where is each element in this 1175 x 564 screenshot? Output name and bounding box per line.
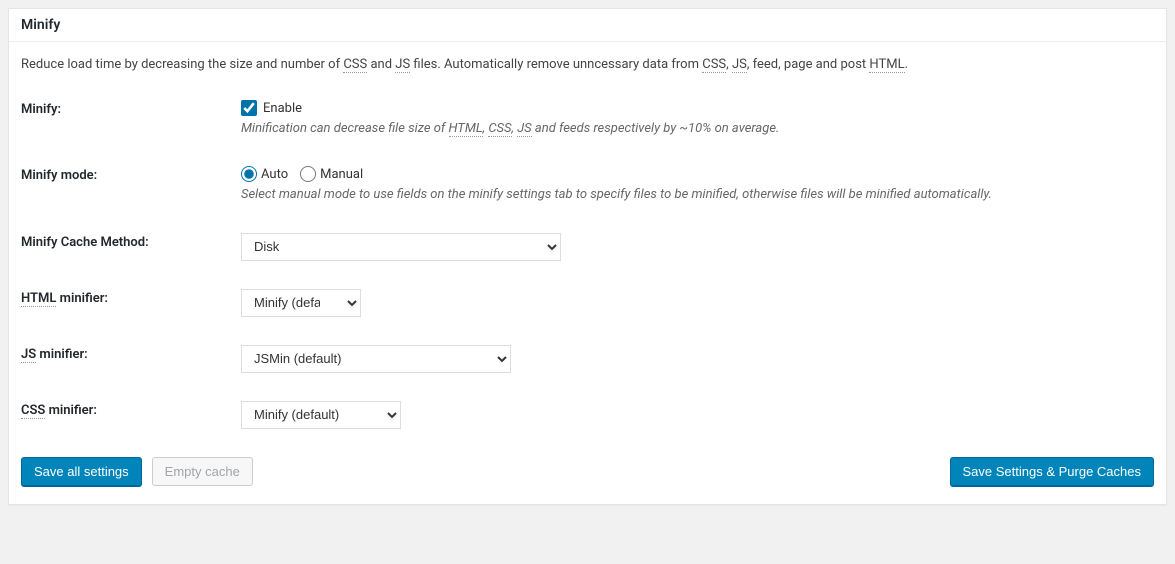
minify-hint: Minification can decrease file size of H… bbox=[241, 120, 1154, 138]
js-minifier-abbr: JS bbox=[21, 347, 36, 363]
mode-manual-radio[interactable] bbox=[300, 166, 316, 182]
intro-css-abbr: CSS bbox=[343, 57, 367, 73]
mode-auto-text: Auto bbox=[261, 167, 288, 182]
mode-auto-radio[interactable] bbox=[241, 166, 257, 182]
button-row: Save all settings Empty cache Save Setti… bbox=[21, 457, 1154, 487]
mode-hint: Select manual mode to use fields on the … bbox=[241, 186, 1154, 204]
row-minify: Minify: Enable Minification can decrease… bbox=[21, 100, 1154, 138]
row-html-minifier: HTML minifier: Minify (default) bbox=[21, 289, 1154, 317]
html-minifier-select[interactable]: Minify (default) bbox=[241, 289, 361, 317]
css-minifier-abbr: CSS bbox=[21, 403, 45, 419]
intro-and: and bbox=[367, 57, 395, 72]
js-minifier-label: JS minifier: bbox=[21, 345, 241, 362]
cache-method-select[interactable]: Disk bbox=[241, 233, 561, 261]
minify-control: Enable Minification can decrease file si… bbox=[241, 100, 1154, 138]
save-all-button[interactable]: Save all settings bbox=[21, 457, 142, 487]
html-minifier-control: Minify (default) bbox=[241, 289, 1154, 317]
minify-enable-text: Enable bbox=[263, 101, 302, 116]
mode-control: Auto Manual Select manual mode to use fi… bbox=[241, 166, 1154, 204]
js-minifier-select[interactable]: JSMin (default) bbox=[241, 345, 511, 373]
intro-text: Reduce load time by decreasing the size … bbox=[21, 56, 1154, 74]
row-minify-mode: Minify mode: Auto Manual Select manual m… bbox=[21, 166, 1154, 204]
html-minifier-label: HTML minifier: bbox=[21, 289, 241, 306]
minify-enable-checkbox[interactable] bbox=[241, 100, 257, 116]
intro-end: . bbox=[905, 57, 908, 72]
cache-method-control: Disk bbox=[241, 233, 1154, 261]
mode-label: Minify mode: bbox=[21, 166, 241, 183]
minify-hint-pre: Minification can decrease file size of bbox=[241, 121, 449, 136]
html-minifier-abbr: HTML bbox=[21, 291, 56, 307]
css-minifier-select[interactable]: Minify (default) bbox=[241, 401, 401, 429]
minify-hint-tail: and feeds respectively by ~10% on averag… bbox=[532, 121, 780, 136]
intro-js2-abbr: JS bbox=[732, 57, 747, 73]
intro-pre: Reduce load time by decreasing the size … bbox=[21, 57, 343, 72]
minify-panel: Minify Reduce load time by decreasing th… bbox=[8, 8, 1167, 505]
row-css-minifier: CSS minifier: Minify (default) bbox=[21, 401, 1154, 429]
mode-auto-label[interactable]: Auto bbox=[241, 166, 288, 182]
cache-method-label: Minify Cache Method: bbox=[21, 233, 241, 250]
intro-tail: , feed, page and post bbox=[747, 57, 870, 72]
minify-hint-js: JS bbox=[517, 121, 531, 137]
js-minifier-control: JSMin (default) bbox=[241, 345, 1154, 373]
empty-cache-button[interactable]: Empty cache bbox=[152, 457, 253, 487]
row-js-minifier: JS minifier: JSMin (default) bbox=[21, 345, 1154, 373]
css-minifier-rest: minifier: bbox=[45, 403, 97, 418]
css-minifier-control: Minify (default) bbox=[241, 401, 1154, 429]
panel-title: Minify bbox=[9, 9, 1166, 42]
intro-html-abbr: HTML bbox=[869, 57, 904, 73]
intro-mid: files. Automatically remove unncessary d… bbox=[410, 57, 702, 72]
row-cache-method: Minify Cache Method: Disk bbox=[21, 233, 1154, 261]
minify-hint-html: HTML bbox=[449, 121, 483, 137]
intro-js-abbr: JS bbox=[395, 57, 410, 73]
mode-radios: Auto Manual bbox=[241, 166, 1154, 182]
panel-body: Reduce load time by decreasing the size … bbox=[9, 42, 1166, 504]
save-purge-button[interactable]: Save Settings & Purge Caches bbox=[950, 457, 1155, 487]
html-minifier-rest: minifier: bbox=[56, 291, 108, 306]
css-minifier-label: CSS minifier: bbox=[21, 401, 241, 418]
left-buttons: Save all settings Empty cache bbox=[21, 457, 253, 487]
minify-label: Minify: bbox=[21, 100, 241, 117]
minify-enable-label[interactable]: Enable bbox=[241, 100, 1154, 116]
intro-css2-abbr: CSS bbox=[702, 57, 726, 73]
js-minifier-rest: minifier: bbox=[36, 347, 88, 362]
mode-manual-label[interactable]: Manual bbox=[300, 166, 363, 182]
mode-manual-text: Manual bbox=[320, 167, 363, 182]
minify-hint-css: CSS bbox=[488, 121, 511, 137]
